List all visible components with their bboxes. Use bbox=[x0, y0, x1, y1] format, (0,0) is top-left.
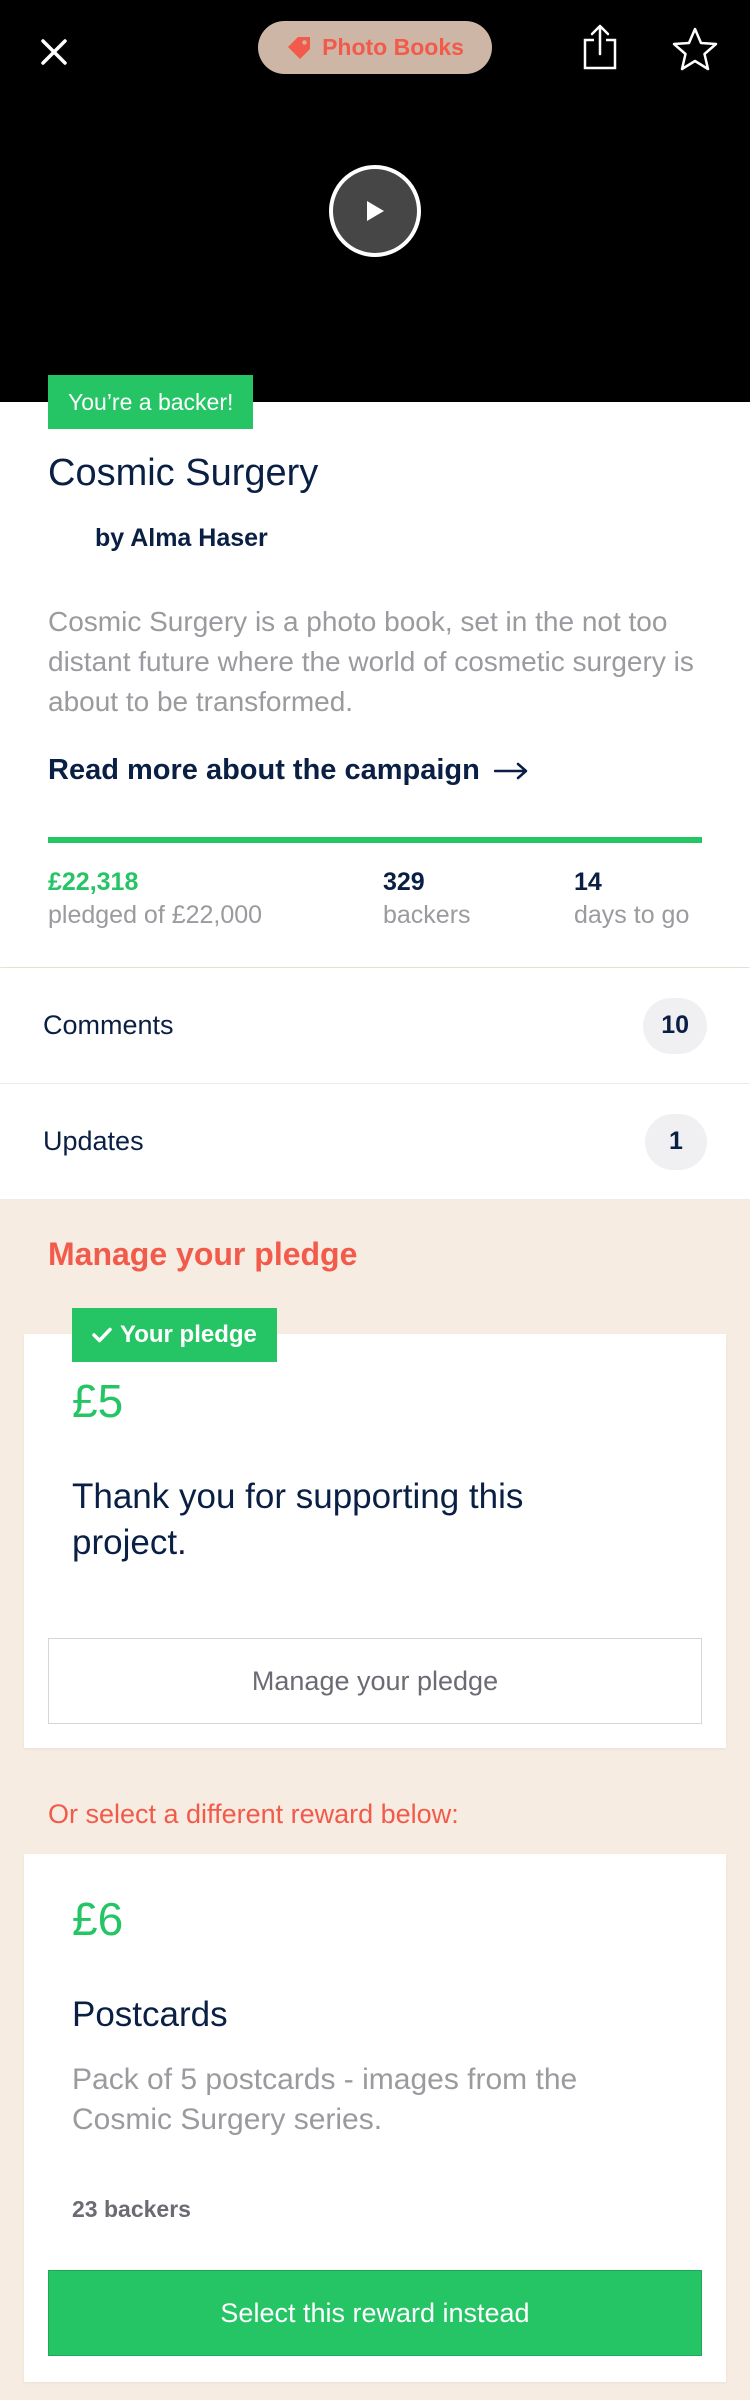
comments-count: 10 bbox=[643, 997, 707, 1054]
updates-row[interactable]: Updates 1 bbox=[0, 1084, 750, 1200]
reward-amount: £6 bbox=[72, 1893, 124, 1945]
reward-name: Postcards bbox=[72, 1995, 228, 2034]
checkmark-icon bbox=[92, 1327, 112, 1343]
pledged-value: £22,318 bbox=[48, 868, 139, 896]
read-more-label: Read more about the campaign bbox=[48, 754, 480, 786]
funding-progress-fill bbox=[48, 837, 702, 843]
updates-label: Updates bbox=[43, 1126, 144, 1156]
share-icon bbox=[583, 24, 617, 70]
tag-icon bbox=[288, 36, 311, 59]
funding-progress-bar bbox=[48, 837, 702, 843]
pledge-amount: £5 bbox=[72, 1375, 124, 1427]
reward-card[interactable]: £6 Postcards Pack of 5 postcards - image… bbox=[24, 1854, 726, 2382]
creator-name[interactable]: by Alma Haser bbox=[95, 524, 268, 553]
days-label: days to go bbox=[574, 901, 690, 929]
your-pledge-badge: Your pledge bbox=[72, 1308, 277, 1362]
stat-days: 14 days to go bbox=[574, 868, 689, 930]
your-pledge-label: Your pledge bbox=[120, 1321, 257, 1348]
read-more-link[interactable]: Read more about the campaign bbox=[48, 754, 528, 787]
category-label: Photo Books bbox=[322, 34, 464, 60]
stat-pledged: £22,318 pledged of £22,000 bbox=[48, 868, 262, 930]
manage-pledge-title: Manage your pledge bbox=[48, 1236, 358, 1272]
manage-pledge-button[interactable]: Manage your pledge bbox=[48, 1638, 702, 1724]
star-icon bbox=[672, 27, 718, 71]
share-button[interactable] bbox=[578, 22, 622, 72]
pledged-label: pledged of £22,000 bbox=[48, 901, 263, 929]
backer-badge: You’re a backer! bbox=[48, 375, 254, 429]
pledge-card: Your pledge £5 Thank you for supporting … bbox=[24, 1308, 726, 1748]
updates-count: 1 bbox=[645, 1113, 707, 1170]
alternate-reward-title: Or select a different reward below: bbox=[48, 1799, 459, 1829]
reward-description: Pack of 5 postcards - images from the Co… bbox=[72, 2063, 578, 2136]
pledge-thanks-text: Thank you for supporting this project. bbox=[72, 1477, 524, 1562]
comments-row[interactable]: Comments 10 bbox=[0, 968, 750, 1084]
project-info: You’re a backer! Cosmic Surgery by Alma … bbox=[0, 375, 750, 967]
play-icon bbox=[367, 201, 384, 221]
category-pill[interactable]: Photo Books bbox=[258, 21, 492, 74]
close-icon bbox=[41, 39, 67, 65]
backers-label: backers bbox=[383, 901, 471, 929]
days-value: 14 bbox=[574, 868, 602, 896]
select-reward-button[interactable]: Select this reward instead bbox=[48, 2270, 702, 2356]
close-button[interactable] bbox=[30, 28, 78, 76]
favorite-button[interactable] bbox=[670, 24, 720, 74]
arrow-right-icon bbox=[493, 762, 528, 779]
video-header: Photo Books bbox=[0, 0, 750, 402]
backers-value: 329 bbox=[383, 868, 425, 896]
play-button[interactable] bbox=[329, 165, 421, 257]
stat-backers: 329 backers bbox=[383, 868, 471, 930]
reward-backers: 23 backers bbox=[72, 2196, 191, 2222]
comments-label: Comments bbox=[43, 1010, 174, 1040]
project-blurb: Cosmic Surgery is a photo book, set in t… bbox=[48, 606, 694, 717]
project-title: Cosmic Surgery bbox=[48, 452, 319, 494]
